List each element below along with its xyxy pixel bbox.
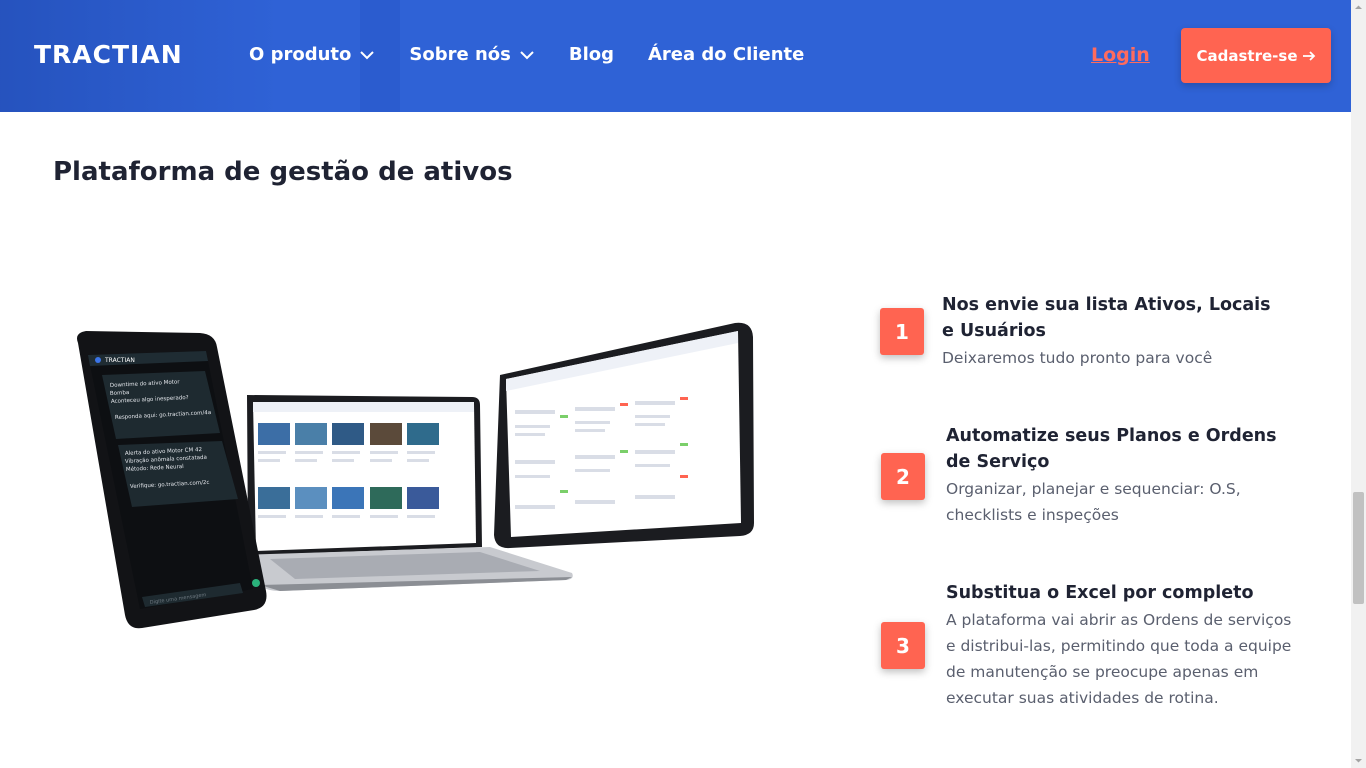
scrollbar-thumb[interactable] <box>1353 492 1364 604</box>
step-description: A plataforma vai abrir as Ordens de serv… <box>946 611 1292 707</box>
step-title: Substitua o Excel por completo <box>946 583 1254 603</box>
main-nav: O produto Sobre nós Blog Área do Cliente <box>249 44 804 65</box>
page-scrollbar[interactable] <box>1351 0 1366 768</box>
arrow-right-icon <box>1302 50 1315 61</box>
chevron-down-icon <box>520 50 534 59</box>
signup-button-label: Cadastre-se <box>1196 46 1298 65</box>
step-title: Automatize seus Planos e Ordens de Servi… <box>946 426 1277 472</box>
nav-item-area-do-cliente[interactable]: Área do Cliente <box>648 44 804 65</box>
chevron-down-icon <box>360 50 375 59</box>
nav-item-sobre-nos[interactable]: Sobre nós <box>409 44 534 65</box>
step-title: Nos envie sua lista Ativos, Locais e Usu… <box>942 295 1271 341</box>
svg-text:Bomba: Bomba <box>110 390 130 397</box>
nav-item-label: Sobre nós <box>409 44 511 65</box>
scroll-up-icon[interactable] <box>1351 0 1366 15</box>
tractian-logo[interactable]: TRACTIAN <box>34 40 183 69</box>
step-number-badge: 1 <box>880 308 924 355</box>
step-description: Deixaremos tudo pronto para você <box>942 349 1213 367</box>
nav-item-label: Área do Cliente <box>647 44 805 65</box>
step-number-badge: 2 <box>881 453 925 500</box>
section-title: Plataforma de gestão de ativos <box>53 157 513 187</box>
nav-item-o-produto[interactable]: O produto <box>249 44 375 65</box>
site-header: TRACTIAN O produto Sobre nós Blog Área d… <box>0 0 1351 112</box>
step-number-badge: 3 <box>881 622 925 669</box>
svg-text:TRACTIAN: TRACTIAN <box>104 357 135 364</box>
nav-item-label: O produto <box>249 44 352 65</box>
tablet-mockup <box>494 322 754 549</box>
nav-item-label: Blog <box>568 44 614 65</box>
page: TRACTIAN O produto Sobre nós Blog Área d… <box>0 0 1366 768</box>
login-link[interactable]: Login <box>1091 44 1150 66</box>
step-description: Organizar, planejar e sequenciar: O.S, c… <box>946 480 1241 524</box>
nav-item-blog[interactable]: Blog <box>569 44 614 65</box>
phone-mockup: TRACTIAN Downtime do ativo Motor Bomba A… <box>77 331 267 629</box>
signup-button[interactable]: Cadastre-se <box>1181 28 1331 83</box>
scroll-down-icon[interactable] <box>1351 753 1366 768</box>
devices-illustration: TRACTIAN Downtime do ativo Motor Bomba A… <box>77 322 754 629</box>
